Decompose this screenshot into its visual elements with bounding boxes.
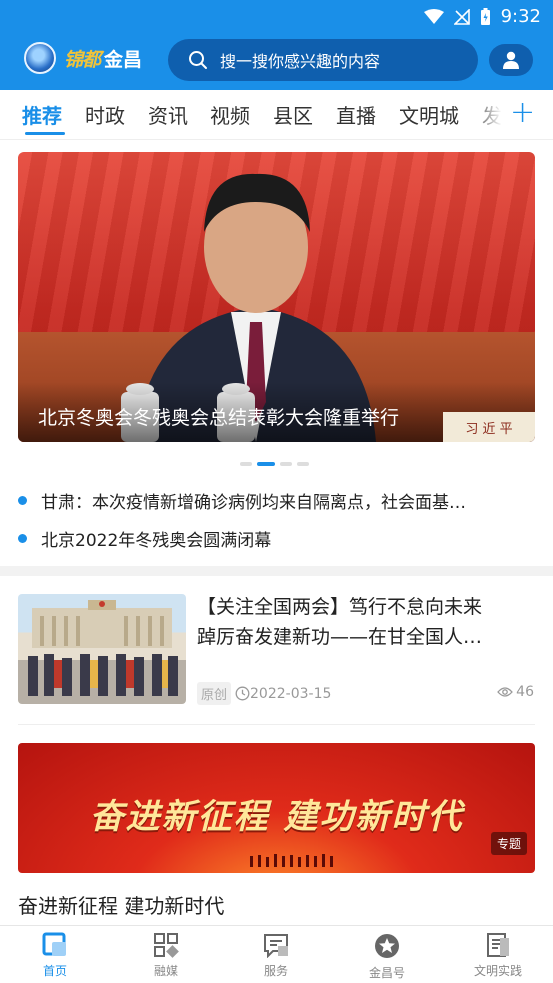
nav-home[interactable]: 首页 (10, 932, 100, 979)
search-placeholder: 搜一搜你感兴趣的内容 (220, 52, 381, 71)
carousel-dot (297, 462, 309, 466)
hero-title: 北京冬奥会冬残奥会总结表彰大会隆重举行 (38, 407, 400, 429)
grid-icon (154, 933, 179, 958)
logo-emblem-icon (24, 42, 56, 74)
carousel-dot (240, 462, 252, 466)
view-count: 46 (516, 684, 534, 700)
eye-icon (497, 687, 514, 697)
hero-carousel[interactable]: 北京冬奥会冬残奥会总结表彰大会隆重举行 习 近 平 (18, 152, 535, 442)
bullet-icon (18, 496, 27, 505)
search-bar[interactable]: 搜一搜你感兴趣的内容 (168, 39, 478, 81)
carousel-indicator (240, 462, 309, 466)
status-bar: 9:32 (0, 0, 553, 34)
wifi-icon (423, 8, 444, 24)
article-thumbnail-image (28, 600, 178, 696)
original-tag: 原创 (197, 682, 232, 705)
service-chat-icon (264, 934, 288, 958)
active-tab-indicator (25, 132, 65, 135)
tab-video[interactable]: 视频 (210, 100, 250, 129)
logo-city-name: 金昌 (104, 48, 143, 71)
article-meta: 原创 2022-03-15 (197, 682, 331, 705)
nav-label: 文明实践 (473, 964, 522, 978)
banner-slogan: 奋进新征程 建功新时代 (89, 797, 464, 837)
category-tabs: 推荐 时政 资讯 视频 县区 直播 文明城 发 + (0, 90, 553, 140)
tab-politics[interactable]: 时政 (85, 100, 125, 129)
search-icon (189, 51, 207, 69)
nav-service[interactable]: 服务 (231, 932, 321, 979)
hero-nameplate: 习 近 平 (443, 412, 535, 442)
headline-item[interactable]: 甘肃：本次疫情新增确诊病例均来自隔离点，社会面基… (18, 488, 466, 513)
app-logo[interactable]: 锦都 金昌 (24, 42, 142, 74)
profile-button[interactable] (489, 44, 533, 76)
status-time: 9:32 (500, 6, 541, 27)
tab-news[interactable]: 资讯 (148, 100, 188, 129)
article-title[interactable]: 【关注全国两会】笃行不怠向未来 踔厉奋发建新功——在甘全国人… (197, 592, 537, 652)
banner-caption[interactable]: 奋进新征程 建功新时代 (18, 890, 224, 919)
tabs-fade (470, 90, 510, 138)
add-channel-button[interactable]: + (510, 96, 535, 130)
article-date: 2022-03-15 (250, 685, 332, 702)
battery-icon (480, 7, 490, 25)
user-icon (503, 51, 519, 69)
headline-text: 甘肃：本次疫情新增确诊病例均来自隔离点，社会面基… (41, 493, 466, 513)
section-divider (0, 566, 553, 576)
clock-icon (235, 686, 250, 701)
nav-label: 首页 (42, 964, 67, 978)
article-title-line: 踔厉奋发建新功——在甘全国人… (197, 626, 483, 648)
signal-off-icon (453, 8, 470, 25)
logo-script-text: 锦都 (64, 48, 101, 71)
banner-crowd-graphic (250, 854, 333, 867)
home-icon (42, 932, 66, 956)
bullet-icon (18, 534, 27, 543)
article-thumbnail[interactable] (18, 594, 186, 704)
nav-label: 金昌号 (368, 966, 405, 980)
article-views: 46 (497, 684, 534, 700)
nav-label: 融媒 (153, 964, 178, 978)
nav-civilization-practice[interactable]: 文明实践 (453, 932, 543, 979)
tab-live[interactable]: 直播 (336, 100, 376, 129)
tab-county[interactable]: 县区 (273, 100, 313, 129)
tab-civilized-city[interactable]: 文明城 (399, 100, 459, 129)
document-icon (487, 933, 509, 957)
star-badge-icon (375, 934, 399, 958)
nav-label: 服务 (263, 964, 288, 978)
tab-recommend[interactable]: 推荐 (22, 100, 62, 129)
nav-jinchang-account[interactable]: 金昌号 (342, 932, 432, 981)
topic-banner[interactable]: 奋进新征程 建功新时代 专题 (18, 743, 535, 873)
headline-text: 北京2022年冬残奥会圆满闭幕 (41, 531, 272, 551)
carousel-dot-active (257, 462, 275, 466)
topic-badge: 专题 (490, 832, 527, 855)
app-header: 锦都 金昌 搜一搜你感兴趣的内容 (0, 34, 553, 90)
article-title-line: 【关注全国两会】笃行不怠向未来 (197, 596, 483, 618)
carousel-dot (280, 462, 292, 466)
article-divider (18, 724, 535, 725)
headline-item[interactable]: 北京2022年冬残奥会圆满闭幕 (18, 526, 271, 551)
bottom-navigation: 首页 融媒 服务 金昌号 文明实践 (0, 925, 553, 983)
nav-media[interactable]: 融媒 (121, 932, 211, 979)
